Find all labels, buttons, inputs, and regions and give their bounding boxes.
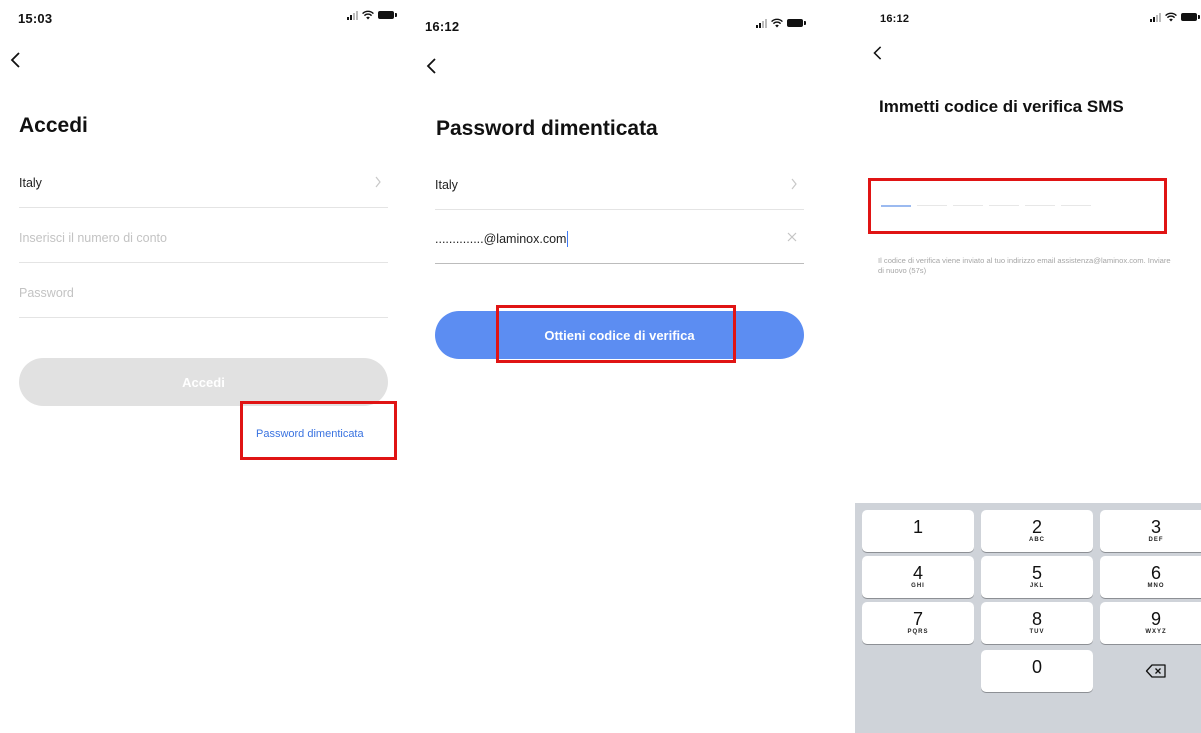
email-value: ..............@laminox.com [435,231,567,246]
key-5[interactable]: 5 JKL [981,556,1093,598]
wifi-icon [1165,12,1177,22]
signal-icon [347,10,358,20]
login-button[interactable]: Accedi [19,358,388,406]
code-slot [953,205,983,206]
code-slot [881,205,911,207]
country-value: Italy [435,177,458,192]
status-bar: 15:03 [0,0,402,34]
text-cursor [567,230,569,247]
sms-code-input[interactable] [881,205,1091,207]
country-value: Italy [19,175,42,190]
page-title: Accedi [19,114,88,137]
status-bar: 16:12 [415,0,815,34]
back-chevron-icon[interactable] [871,44,885,62]
forgot-password-link[interactable]: Password dimenticata [256,428,364,440]
get-verification-code-button[interactable]: Ottieni codice di verifica [435,311,804,359]
wifi-icon [771,18,783,28]
key-4[interactable]: 4 GHI [862,556,974,598]
key-0[interactable]: 0 [981,650,1093,692]
code-slot [1061,205,1091,206]
key-6[interactable]: 6 MNO [1100,556,1201,598]
battery-icon [1181,13,1200,21]
key-8[interactable]: 8 TUV [981,602,1093,644]
chevron-right-icon [791,178,797,190]
page-title: Password dimenticata [436,117,658,140]
country-selector[interactable]: Italy [435,160,804,210]
password-field[interactable]: Password [19,268,388,318]
clear-x-icon[interactable] [786,231,798,243]
password-placeholder: Password [19,285,74,300]
account-number-placeholder: Inserisci il numero di conto [19,230,167,245]
code-slot [989,205,1019,206]
status-time: 16:12 [880,13,910,25]
key-7[interactable]: 7 PQRS [862,602,974,644]
key-1[interactable]: 1 [862,510,974,552]
login-screen: 15:03 Accedi Italy Inserisci il numero d… [0,0,402,733]
key-3[interactable]: 3 DEF [1100,510,1201,552]
status-bar: 16:12 [855,0,1201,34]
backspace-icon [1145,664,1166,678]
signal-icon [1150,12,1161,22]
battery-icon [378,11,397,19]
page-title: Immetti codice di verifica SMS [879,97,1124,116]
forgot-password-screen: 16:12 Password dimenticata Italy .......… [415,0,815,733]
account-number-field[interactable]: Inserisci il numero di conto [19,213,388,263]
country-selector[interactable]: Italy [19,158,388,208]
back-chevron-icon[interactable] [8,50,24,70]
wifi-icon [362,10,374,20]
status-time: 16:12 [425,19,460,34]
verification-note: Il codice di verifica viene inviato al t… [878,256,1171,275]
key-9[interactable]: 9 WXYZ [1100,602,1201,644]
code-slot [917,205,947,206]
status-time: 15:03 [18,11,53,26]
key-2[interactable]: 2 ABC [981,510,1093,552]
battery-icon [787,19,806,27]
back-chevron-icon[interactable] [424,56,440,76]
signal-icon [756,18,767,28]
backspace-key[interactable] [1100,650,1201,692]
email-field[interactable]: ..............@laminox.com [435,214,804,264]
code-slot [1025,205,1055,206]
chevron-right-icon [375,176,381,188]
sms-verification-screen: 16:12 Immetti codice di verifica SMS Il … [855,0,1201,733]
numeric-keypad: 1 2 ABC 3 DEF 4 GHI 5 JKL 6 MNO 7 PQRS 8 TUV 9W… [855,503,1201,733]
